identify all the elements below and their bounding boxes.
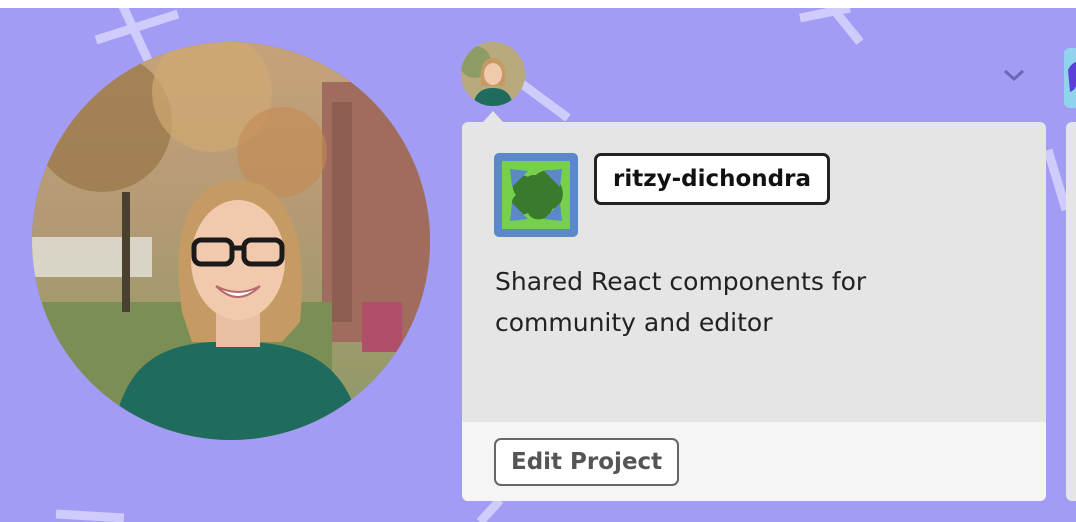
project-description: Shared React components for community an… bbox=[495, 267, 867, 337]
next-project-avatar[interactable] bbox=[1064, 48, 1076, 108]
project-name[interactable]: ritzy-dichondra bbox=[594, 153, 831, 205]
profile-photo bbox=[32, 42, 430, 440]
popover-caret bbox=[483, 111, 503, 122]
project-banner: ritzy-dichondra Shared React components … bbox=[0, 8, 1076, 522]
user-avatar[interactable] bbox=[461, 42, 525, 106]
edit-project-button[interactable]: Edit Project bbox=[494, 438, 680, 486]
next-project-card[interactable] bbox=[1066, 122, 1076, 501]
chevron-down-icon[interactable] bbox=[1000, 64, 1028, 86]
project-avatar[interactable] bbox=[494, 153, 578, 237]
card-footer: Edit Project bbox=[462, 422, 1046, 501]
project-card: ritzy-dichondra Shared React components … bbox=[462, 122, 1046, 501]
